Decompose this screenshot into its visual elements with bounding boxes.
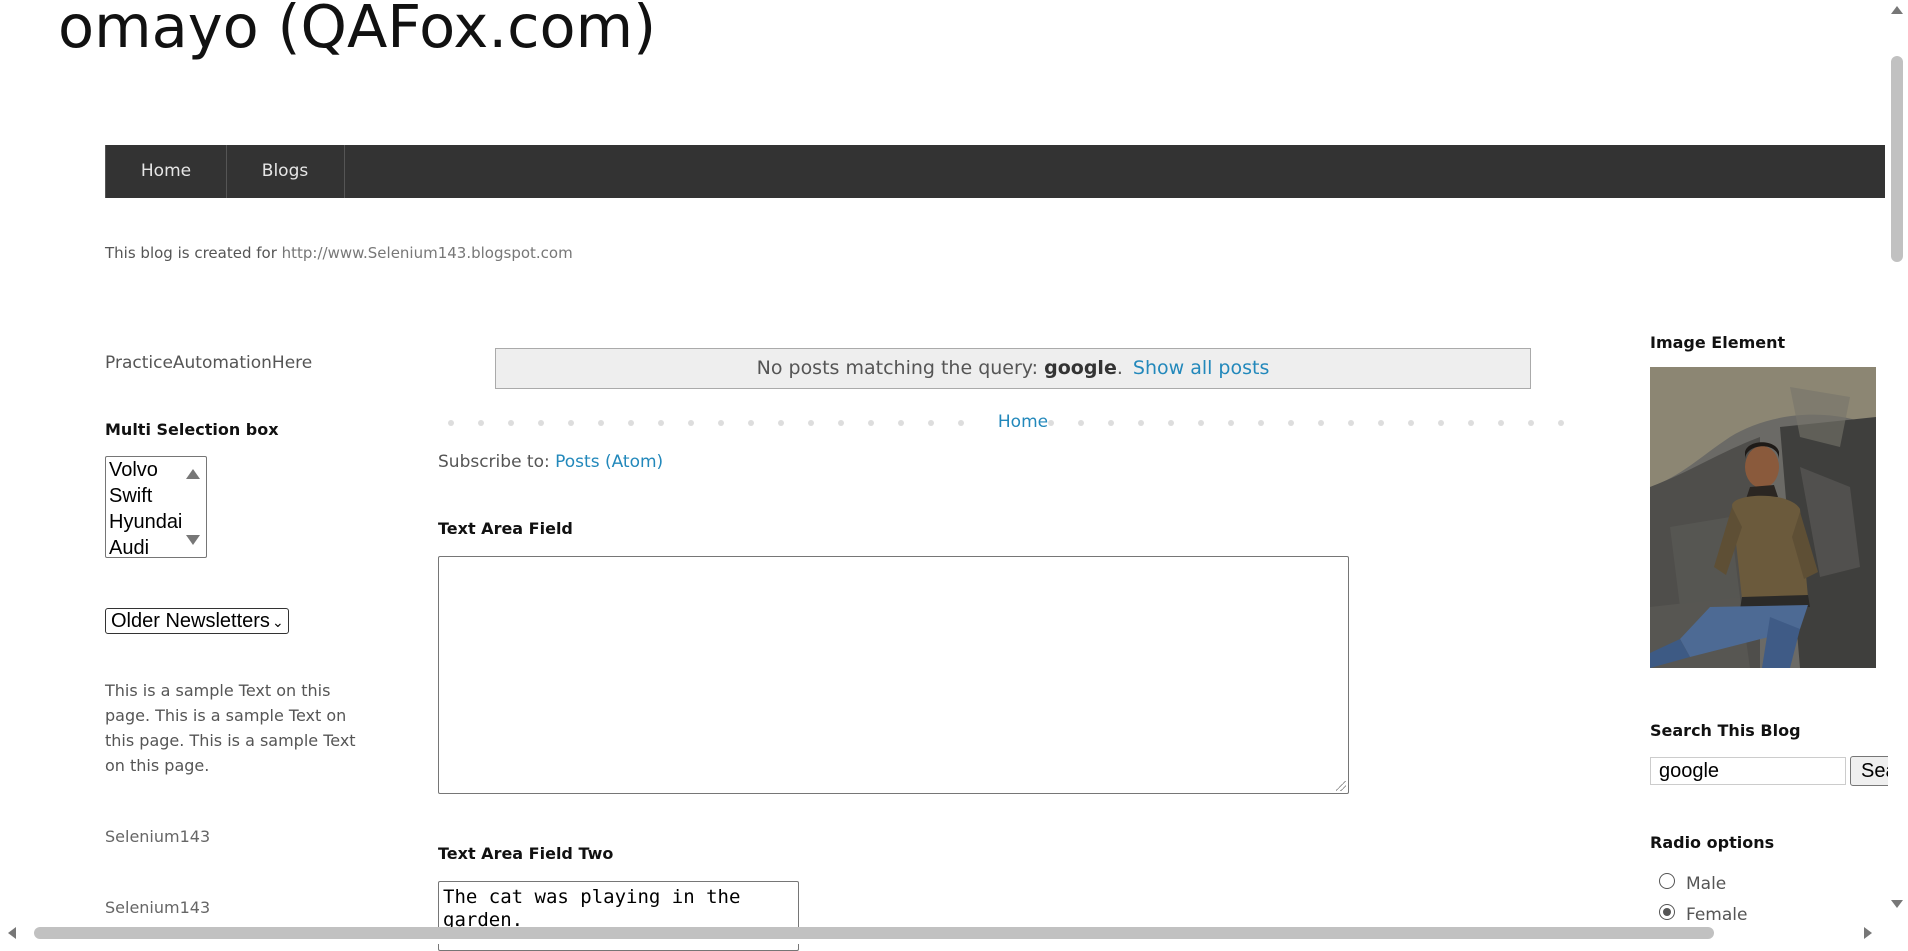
show-all-posts-link[interactable]: Show all posts xyxy=(1133,357,1269,379)
pager-dot xyxy=(538,420,544,426)
scroll-left-arrow-icon[interactable] xyxy=(8,927,16,939)
multi-select-scrollbar[interactable] xyxy=(186,457,204,557)
scroll-right-arrow-icon[interactable] xyxy=(1864,927,1872,939)
pager-dot xyxy=(1258,420,1264,426)
sidebar-title: PracticeAutomationHere xyxy=(105,353,313,373)
multi-selection-box[interactable]: Volvo Swift Hyundai Audi xyxy=(105,456,207,558)
pager-dot xyxy=(1288,420,1294,426)
search-blog-heading: Search This Blog xyxy=(1650,721,1801,740)
pager-dot xyxy=(1318,420,1324,426)
text-area-heading: Text Area Field xyxy=(438,519,573,538)
sidebar-link-selenium143[interactable]: Selenium143 xyxy=(105,898,210,917)
site-title: omayo (QAFox.com) xyxy=(58,0,657,61)
pager-dot xyxy=(748,420,754,426)
sidebar-link-selenium143[interactable]: Selenium143 xyxy=(105,827,210,846)
pager-dot xyxy=(718,420,724,426)
radio-label-female: Female xyxy=(1686,905,1748,925)
search-input[interactable]: google xyxy=(1650,757,1846,785)
pager-dot xyxy=(508,420,514,426)
posts-atom-link[interactable]: Posts (Atom) xyxy=(555,452,663,472)
text-area-two-heading: Text Area Field Two xyxy=(438,844,614,863)
radio-female[interactable] xyxy=(1659,904,1675,920)
status-prefix: No posts matching the query: xyxy=(756,357,1045,379)
pager-dot xyxy=(1198,420,1204,426)
subscribe-line: Subscribe to: Posts (Atom) xyxy=(438,452,663,472)
pager-dot xyxy=(778,420,784,426)
pager-dot xyxy=(658,420,664,426)
description-text: This blog is created for xyxy=(105,244,282,262)
scroll-down-arrow-icon[interactable] xyxy=(1891,900,1903,908)
pager-dot xyxy=(898,420,904,426)
pager-dot xyxy=(1078,420,1084,426)
status-query: google xyxy=(1044,357,1117,379)
scroll-up-arrow-icon[interactable] xyxy=(1891,6,1903,14)
pager-dot xyxy=(1108,420,1114,426)
horizontal-scroll-thumb[interactable] xyxy=(34,927,1714,939)
status-suffix: . xyxy=(1116,357,1123,379)
pager-dot xyxy=(628,420,634,426)
pager-dot xyxy=(1558,420,1564,426)
pager-dot xyxy=(1498,420,1504,426)
text-area-field[interactable] xyxy=(438,556,1349,794)
blog-pager: Home xyxy=(448,410,1568,434)
pager-dot xyxy=(1528,420,1534,426)
pager-dot xyxy=(568,420,574,426)
pager-dot xyxy=(1378,420,1384,426)
multi-select-heading: Multi Selection box xyxy=(105,420,279,439)
dropdown-selected: Older Newsletters xyxy=(111,610,270,632)
radio-male[interactable] xyxy=(1659,873,1675,889)
pager-dot xyxy=(1138,420,1144,426)
pager-dot xyxy=(1408,420,1414,426)
subscribe-label: Subscribe to: xyxy=(438,452,556,472)
pager-dot xyxy=(448,420,454,426)
radio-label-male: Male xyxy=(1686,874,1727,894)
scroll-down-arrow-icon[interactable] xyxy=(186,535,200,545)
pager-dot xyxy=(838,420,844,426)
pager-dot xyxy=(868,420,874,426)
pager-dot xyxy=(1228,420,1234,426)
resize-grip-icon[interactable] xyxy=(1336,781,1346,791)
radio-options-heading: Radio options xyxy=(1650,833,1775,852)
sample-text: This is a sample Text on this page. This… xyxy=(105,681,356,775)
description-link[interactable]: http://www.Selenium143.blogspot.com xyxy=(282,244,573,262)
pager-dot xyxy=(1168,420,1174,426)
nav-blogs[interactable]: Blogs xyxy=(226,145,345,198)
pager-dot xyxy=(1468,420,1474,426)
pager-dot xyxy=(958,420,964,426)
profile-photo xyxy=(1650,367,1876,668)
top-navigation: Home Blogs xyxy=(105,145,1885,198)
search-status-message: No posts matching the query: google. Show… xyxy=(495,348,1531,389)
nav-home[interactable]: Home xyxy=(105,145,227,198)
newsletter-dropdown[interactable]: Older Newsletters ⌄ xyxy=(105,608,289,634)
pager-dot xyxy=(1348,420,1354,426)
pager-dot xyxy=(1048,420,1054,426)
pager-dot xyxy=(1438,420,1444,426)
image-element-heading: Image Element xyxy=(1650,333,1786,352)
pager-dot xyxy=(808,420,814,426)
pager-dot xyxy=(598,420,604,426)
pager-dot xyxy=(928,420,934,426)
scroll-up-arrow-icon[interactable] xyxy=(186,469,200,479)
pager-dot xyxy=(478,420,484,426)
vertical-scroll-thumb[interactable] xyxy=(1891,56,1903,262)
pager-dot xyxy=(688,420,694,426)
chevron-down-icon: ⌄ xyxy=(271,614,284,630)
blog-description: This blog is created for http://www.Sele… xyxy=(105,244,573,262)
